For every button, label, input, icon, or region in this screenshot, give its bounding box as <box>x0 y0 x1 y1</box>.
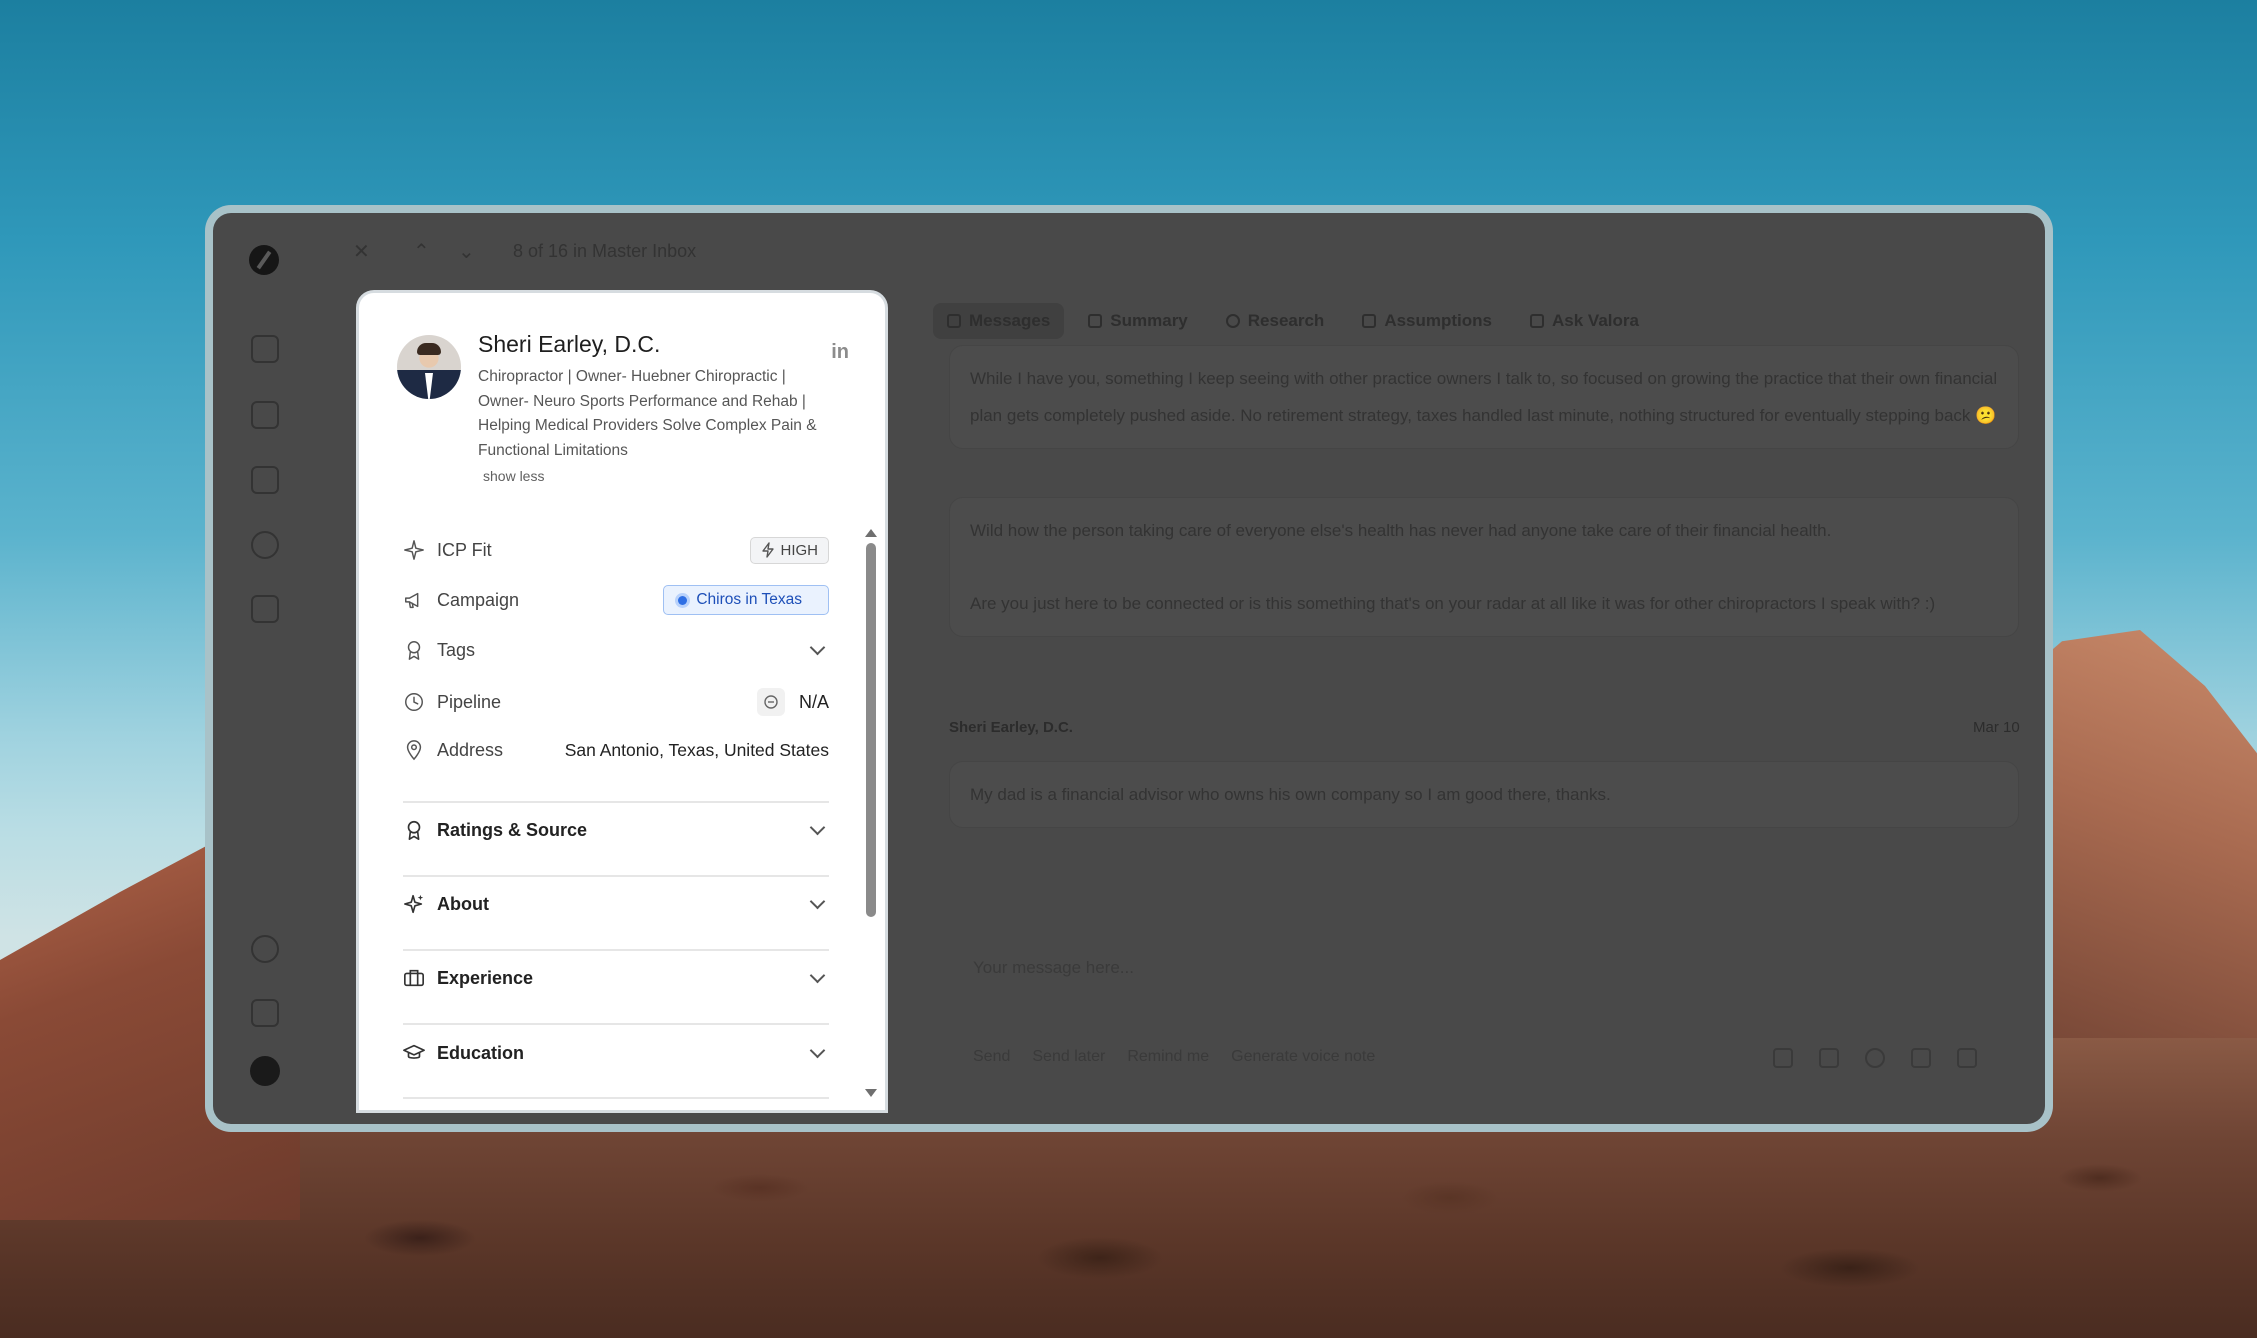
briefcase-icon <box>403 967 425 989</box>
megaphone-icon[interactable] <box>251 401 279 429</box>
divider <box>403 1023 829 1025</box>
pipeline-value[interactable]: N/A <box>799 692 829 713</box>
divider <box>403 1097 829 1099</box>
chevron-down-icon[interactable]: ⌄ <box>458 239 475 264</box>
megaphone-icon <box>403 589 425 611</box>
document-icon[interactable] <box>1819 1048 1839 1068</box>
message-bubble: While I have you, something I keep seein… <box>949 345 2019 449</box>
contact-profile-panel: Sheri Earley, D.C. in Chiropractor | Own… <box>356 290 888 1113</box>
section-ratings-source[interactable]: Ratings & Source <box>403 813 829 847</box>
sparkle-icon <box>1530 314 1545 328</box>
emoji-icon[interactable] <box>1865 1048 1885 1068</box>
tab-research[interactable]: Research <box>1212 303 1339 339</box>
logo-icon[interactable] <box>249 245 279 275</box>
sparkle-icon <box>403 893 425 915</box>
rocket-icon[interactable] <box>251 999 279 1027</box>
divider <box>403 949 829 951</box>
field-address: Address San Antonio, Texas, United State… <box>403 733 829 767</box>
send-button[interactable]: Send <box>973 1048 1010 1066</box>
minus-circle-icon[interactable] <box>756 688 785 716</box>
linkedin-icon[interactable]: in <box>831 341 849 364</box>
attach-icon[interactable] <box>1773 1048 1793 1068</box>
conversation-tabs: Messages Summary Research Assumptions As… <box>933 303 1653 339</box>
icp-fit-badge: HIGH <box>749 536 829 564</box>
lightning-icon <box>761 542 775 558</box>
inbox-position: 8 of 16 in Master Inbox <box>513 241 697 261</box>
field-campaign: Campaign Chiros in Texas <box>403 583 829 617</box>
divider <box>403 801 829 803</box>
message-input[interactable]: Your message here... <box>973 958 1134 978</box>
chevron-up-icon[interactable]: ⌃ <box>413 239 430 264</box>
scrollbar-thumb[interactable] <box>866 543 876 917</box>
tab-ask-valora[interactable]: Ask Valora <box>1516 303 1653 339</box>
send-later-button[interactable]: Send later <box>1032 1048 1105 1066</box>
remind-me-button[interactable]: Remind me <box>1127 1048 1209 1066</box>
tab-messages[interactable]: Messages <box>933 303 1065 339</box>
pin-icon <box>1362 314 1377 328</box>
divider <box>403 875 829 877</box>
field-icp-fit: ICP Fit HIGH <box>403 533 829 567</box>
chevron-down-icon[interactable] <box>809 1042 826 1058</box>
sender-name: Sheri Earley, D.C. <box>949 719 1073 736</box>
campaign-badge[interactable]: Chiros in Texas <box>663 585 829 615</box>
users-icon[interactable] <box>251 595 279 623</box>
doc-icon <box>1088 314 1103 328</box>
section-about[interactable]: About <box>403 887 829 921</box>
sidebar <box>213 213 303 1124</box>
message-bubble-reply: My dad is a financial advisor who owns h… <box>949 761 2019 828</box>
dashboard-icon[interactable] <box>251 335 279 363</box>
calendar-icon[interactable] <box>1957 1048 1977 1068</box>
field-pipeline: Pipeline N/A <box>403 685 829 719</box>
chat-icon[interactable] <box>251 531 279 559</box>
user-avatar[interactable] <box>250 1056 280 1086</box>
chevron-down-icon[interactable] <box>809 639 826 655</box>
tab-assumptions[interactable]: Assumptions <box>1348 303 1506 339</box>
section-education[interactable]: Education <box>403 1036 829 1070</box>
scroll-down-arrow-icon[interactable] <box>865 1089 877 1097</box>
message-bubble: Wild how the person taking care of every… <box>949 497 2019 637</box>
message-date: Mar 10 <box>1973 719 2020 736</box>
profile-avatar <box>397 335 461 399</box>
composer-actions: Send Send later Remind me Generate voice… <box>973 1048 1375 1066</box>
graduation-cap-icon <box>403 1042 425 1064</box>
ribbon-icon <box>403 819 425 841</box>
contact-headline: Chiropractor | Owner- Huebner Chiropract… <box>478 368 817 459</box>
show-less-link[interactable]: show less <box>483 468 544 484</box>
voice-note-button[interactable]: Generate voice note <box>1231 1048 1375 1066</box>
clock-icon <box>403 691 425 713</box>
address-value: San Antonio, Texas, United States <box>564 739 829 760</box>
clock-icon[interactable] <box>251 935 279 963</box>
scroll-up-arrow-icon[interactable] <box>865 529 877 537</box>
search-icon <box>1225 314 1240 328</box>
status-dot-icon <box>678 595 688 605</box>
chevron-down-icon[interactable] <box>809 893 826 909</box>
sparkle-icon <box>403 539 425 561</box>
sparkle-icon[interactable] <box>251 466 279 494</box>
section-experience[interactable]: Experience <box>403 961 829 995</box>
ribbon-icon <box>403 639 425 661</box>
close-icon[interactable]: ✕ <box>353 239 370 264</box>
chevron-down-icon[interactable] <box>809 967 826 983</box>
image-icon[interactable] <box>1911 1048 1931 1068</box>
field-tags[interactable]: Tags <box>403 633 829 667</box>
location-pin-icon <box>403 739 425 761</box>
contact-name: Sheri Earley, D.C. <box>478 331 661 357</box>
mail-icon <box>947 314 961 328</box>
chevron-down-icon[interactable] <box>809 819 826 835</box>
composer-toolbar <box>1773 1048 1977 1068</box>
tab-summary[interactable]: Summary <box>1074 303 1201 339</box>
